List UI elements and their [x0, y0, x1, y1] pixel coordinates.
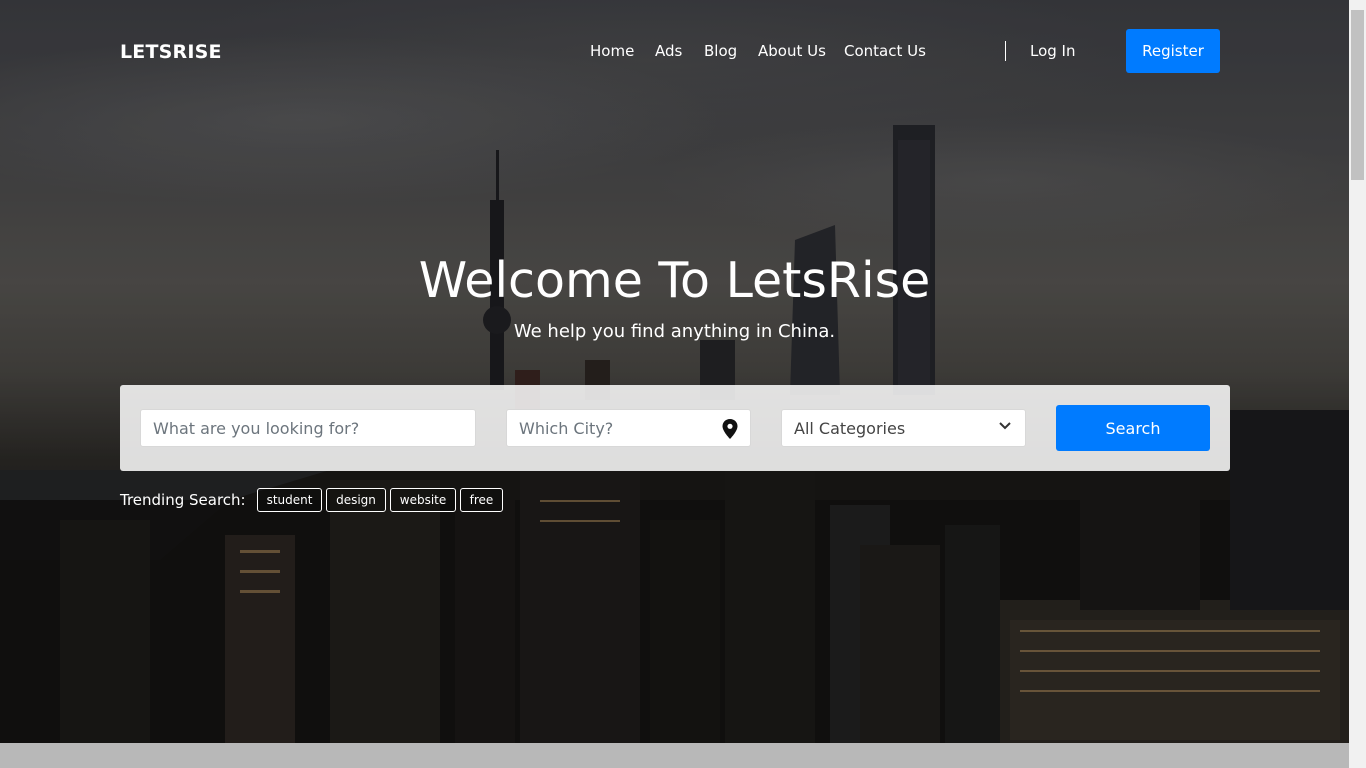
city-input[interactable] [506, 409, 751, 447]
nav-about-us[interactable]: About Us [758, 42, 826, 60]
register-button[interactable]: Register [1126, 29, 1220, 73]
nav-blog[interactable]: Blog [704, 42, 737, 60]
nav-ads[interactable]: Ads [655, 42, 682, 60]
trending-search-label: Trending Search: [120, 491, 246, 509]
trending-tag[interactable]: design [326, 488, 386, 512]
login-link[interactable]: Log In [1030, 42, 1076, 60]
hero-background [0, 0, 1349, 743]
vertical-scrollbar[interactable] [1349, 0, 1366, 768]
nav-divider [1005, 41, 1006, 61]
trending-tag[interactable]: student [257, 488, 322, 512]
chevron-down-icon [999, 422, 1011, 430]
page-bottom-strip [0, 743, 1349, 768]
map-pin-icon [722, 419, 738, 439]
category-select[interactable]: All Categories [781, 409, 1026, 447]
keyword-search-input[interactable] [140, 409, 476, 447]
scrollbar-thumb[interactable] [1351, 10, 1364, 180]
hero-subtitle: We help you find anything in China. [513, 321, 836, 342]
nav-contact-us[interactable]: Contact Us [844, 42, 926, 60]
nav-home[interactable]: Home [590, 42, 634, 60]
hero-title: Welcome To LetsRise [418, 252, 931, 309]
hero-overlay [0, 0, 1349, 743]
trending-tag[interactable]: free [460, 488, 503, 512]
search-button[interactable]: Search [1056, 405, 1210, 451]
site-logo[interactable]: LETSRISE [120, 41, 222, 63]
trending-tag[interactable]: website [390, 488, 456, 512]
